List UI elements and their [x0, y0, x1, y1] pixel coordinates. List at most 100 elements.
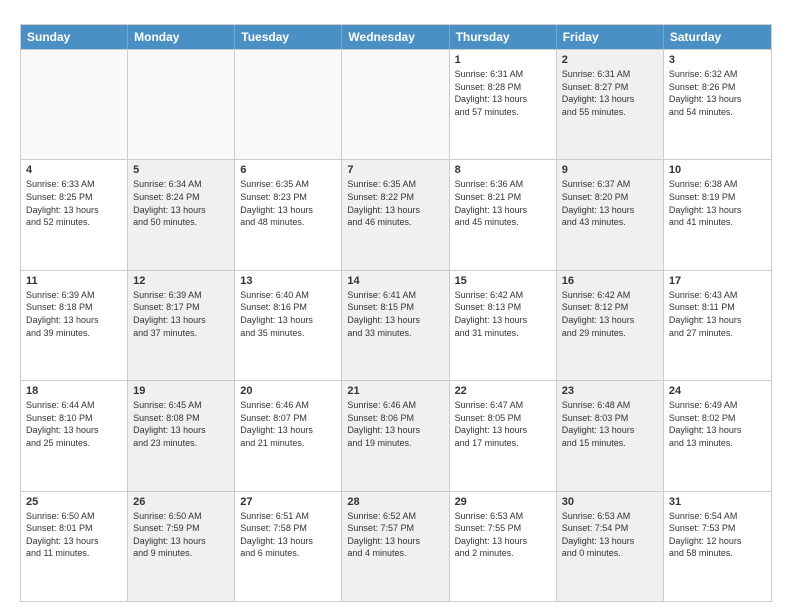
day-info: Sunrise: 6:36 AM Sunset: 8:21 PM Dayligh…: [455, 178, 551, 228]
day-number: 30: [562, 496, 658, 508]
day-info: Sunrise: 6:34 AM Sunset: 8:24 PM Dayligh…: [133, 178, 229, 228]
page: General Blue SundayMondayTuesdayWednesda…: [0, 0, 792, 612]
cal-header-friday: Friday: [557, 25, 664, 49]
day-info: Sunrise: 6:39 AM Sunset: 8:18 PM Dayligh…: [26, 289, 122, 339]
cal-header-sunday: Sunday: [21, 25, 128, 49]
cal-cell: 30Sunrise: 6:53 AM Sunset: 7:54 PM Dayli…: [557, 492, 664, 601]
day-number: 18: [26, 385, 122, 397]
cal-cell: 21 Sunrise: 6:46 AM Sunset: 8:06 PM Dayli…: [342, 381, 449, 490]
day-info: Sunrise: 6:48 AM Sunset: 8:03 PM Dayligh…: [562, 399, 658, 449]
cal-cell: 8 Sunrise: 6:36 AM Sunset: 8:21 PM Daylig…: [450, 160, 557, 269]
day-info: Sunrise: 6:35 AM Sunset: 8:22 PM Dayligh…: [347, 178, 443, 228]
cal-cell: 13Sunrise: 6:40 AM Sunset: 8:16 PM Dayli…: [235, 271, 342, 380]
calendar: SundayMondayTuesdayWednesdayThursdayFrid…: [20, 24, 772, 602]
day-number: 6: [240, 164, 336, 176]
day-info: Sunrise: 6:46 AM Sunset: 8:07 PM Dayligh…: [240, 399, 336, 449]
day-number: 11: [26, 275, 122, 287]
cal-week-2: 4Sunrise: 6:33 AM Sunset: 8:25 PM Daylig…: [21, 159, 771, 269]
day-number: 8: [455, 164, 551, 176]
day-number: 29: [455, 496, 551, 508]
cal-cell: 16 Sunrise: 6:42 AM Sunset: 8:12 PM Dayli…: [557, 271, 664, 380]
day-number: 24: [669, 385, 766, 397]
day-info: Sunrise: 6:50 AM Sunset: 8:01 PM Dayligh…: [26, 510, 122, 560]
day-info: Sunrise: 6:31 AM Sunset: 8:28 PM Dayligh…: [455, 68, 551, 118]
calendar-header: SundayMondayTuesdayWednesdayThursdayFrid…: [21, 25, 771, 49]
day-info: Sunrise: 6:49 AM Sunset: 8:02 PM Dayligh…: [669, 399, 766, 449]
cal-header-monday: Monday: [128, 25, 235, 49]
day-number: 19: [133, 385, 229, 397]
day-number: 25: [26, 496, 122, 508]
day-number: 26: [133, 496, 229, 508]
cal-week-3: 11 Sunrise: 6:39 AM Sunset: 8:18 PM Dayli…: [21, 270, 771, 380]
cal-cell: 10Sunrise: 6:38 AM Sunset: 8:19 PM Dayli…: [664, 160, 771, 269]
day-info: Sunrise: 6:53 AM Sunset: 7:55 PM Dayligh…: [455, 510, 551, 560]
day-info: Sunrise: 6:38 AM Sunset: 8:19 PM Dayligh…: [669, 178, 766, 228]
day-number: 9: [562, 164, 658, 176]
day-info: Sunrise: 6:52 AM Sunset: 7:57 PM Dayligh…: [347, 510, 443, 560]
calendar-body: 1 Sunrise: 6:31 AM Sunset: 8:28 PM Daylig…: [21, 49, 771, 601]
cal-cell: 1 Sunrise: 6:31 AM Sunset: 8:28 PM Daylig…: [450, 50, 557, 159]
cal-cell: 26Sunrise: 6:50 AM Sunset: 7:59 PM Dayli…: [128, 492, 235, 601]
cal-header-saturday: Saturday: [664, 25, 771, 49]
cal-cell: 27 Sunrise: 6:51 AM Sunset: 7:58 PM Dayli…: [235, 492, 342, 601]
day-info: Sunrise: 6:51 AM Sunset: 7:58 PM Dayligh…: [240, 510, 336, 560]
cal-cell: 14 Sunrise: 6:41 AM Sunset: 8:15 PM Dayli…: [342, 271, 449, 380]
cal-cell: [235, 50, 342, 159]
day-number: 28: [347, 496, 443, 508]
day-number: 14: [347, 275, 443, 287]
day-number: 12: [133, 275, 229, 287]
day-number: 22: [455, 385, 551, 397]
cal-cell: 3 Sunrise: 6:32 AM Sunset: 8:26 PM Daylig…: [664, 50, 771, 159]
cal-cell: [128, 50, 235, 159]
cal-cell: [342, 50, 449, 159]
cal-cell: 29 Sunrise: 6:53 AM Sunset: 7:55 PM Dayli…: [450, 492, 557, 601]
cal-cell: 22 Sunrise: 6:47 AM Sunset: 8:05 PM Dayli…: [450, 381, 557, 490]
day-number: 31: [669, 496, 766, 508]
cal-cell: 4Sunrise: 6:33 AM Sunset: 8:25 PM Daylig…: [21, 160, 128, 269]
cal-cell: 2 Sunrise: 6:31 AM Sunset: 8:27 PM Daylig…: [557, 50, 664, 159]
day-info: Sunrise: 6:42 AM Sunset: 8:12 PM Dayligh…: [562, 289, 658, 339]
cal-cell: 20 Sunrise: 6:46 AM Sunset: 8:07 PM Dayli…: [235, 381, 342, 490]
day-number: 3: [669, 54, 766, 66]
day-info: Sunrise: 6:46 AM Sunset: 8:06 PM Dayligh…: [347, 399, 443, 449]
cal-cell: 28 Sunrise: 6:52 AM Sunset: 7:57 PM Dayli…: [342, 492, 449, 601]
day-number: 1: [455, 54, 551, 66]
cal-cell: 12 Sunrise: 6:39 AM Sunset: 8:17 PM Dayli…: [128, 271, 235, 380]
day-info: Sunrise: 6:31 AM Sunset: 8:27 PM Dayligh…: [562, 68, 658, 118]
cal-cell: 25 Sunrise: 6:50 AM Sunset: 8:01 PM Dayli…: [21, 492, 128, 601]
cal-cell: 7 Sunrise: 6:35 AM Sunset: 8:22 PM Daylig…: [342, 160, 449, 269]
day-info: Sunrise: 6:44 AM Sunset: 8:10 PM Dayligh…: [26, 399, 122, 449]
cal-header-thursday: Thursday: [450, 25, 557, 49]
cal-cell: 17 Sunrise: 6:43 AM Sunset: 8:11 PM Dayli…: [664, 271, 771, 380]
day-info: Sunrise: 6:47 AM Sunset: 8:05 PM Dayligh…: [455, 399, 551, 449]
day-info: Sunrise: 6:45 AM Sunset: 8:08 PM Dayligh…: [133, 399, 229, 449]
cal-cell: 11 Sunrise: 6:39 AM Sunset: 8:18 PM Dayli…: [21, 271, 128, 380]
day-info: Sunrise: 6:54 AM Sunset: 7:53 PM Dayligh…: [669, 510, 766, 560]
cal-week-1: 1 Sunrise: 6:31 AM Sunset: 8:28 PM Daylig…: [21, 49, 771, 159]
day-number: 21: [347, 385, 443, 397]
cal-week-4: 18 Sunrise: 6:44 AM Sunset: 8:10 PM Dayli…: [21, 380, 771, 490]
cal-cell: 9 Sunrise: 6:37 AM Sunset: 8:20 PM Daylig…: [557, 160, 664, 269]
day-info: Sunrise: 6:42 AM Sunset: 8:13 PM Dayligh…: [455, 289, 551, 339]
day-number: 4: [26, 164, 122, 176]
day-info: Sunrise: 6:32 AM Sunset: 8:26 PM Dayligh…: [669, 68, 766, 118]
cal-cell: [21, 50, 128, 159]
day-number: 15: [455, 275, 551, 287]
day-number: 7: [347, 164, 443, 176]
day-info: Sunrise: 6:39 AM Sunset: 8:17 PM Dayligh…: [133, 289, 229, 339]
day-info: Sunrise: 6:37 AM Sunset: 8:20 PM Dayligh…: [562, 178, 658, 228]
cal-header-wednesday: Wednesday: [342, 25, 449, 49]
cal-cell: 18 Sunrise: 6:44 AM Sunset: 8:10 PM Dayli…: [21, 381, 128, 490]
cal-cell: 15 Sunrise: 6:42 AM Sunset: 8:13 PM Dayli…: [450, 271, 557, 380]
day-number: 2: [562, 54, 658, 66]
day-number: 27: [240, 496, 336, 508]
day-info: Sunrise: 6:40 AM Sunset: 8:16 PM Dayligh…: [240, 289, 336, 339]
day-number: 20: [240, 385, 336, 397]
day-info: Sunrise: 6:43 AM Sunset: 8:11 PM Dayligh…: [669, 289, 766, 339]
day-number: 17: [669, 275, 766, 287]
cal-cell: 5Sunrise: 6:34 AM Sunset: 8:24 PM Daylig…: [128, 160, 235, 269]
cal-header-tuesday: Tuesday: [235, 25, 342, 49]
day-info: Sunrise: 6:35 AM Sunset: 8:23 PM Dayligh…: [240, 178, 336, 228]
day-number: 16: [562, 275, 658, 287]
day-info: Sunrise: 6:41 AM Sunset: 8:15 PM Dayligh…: [347, 289, 443, 339]
